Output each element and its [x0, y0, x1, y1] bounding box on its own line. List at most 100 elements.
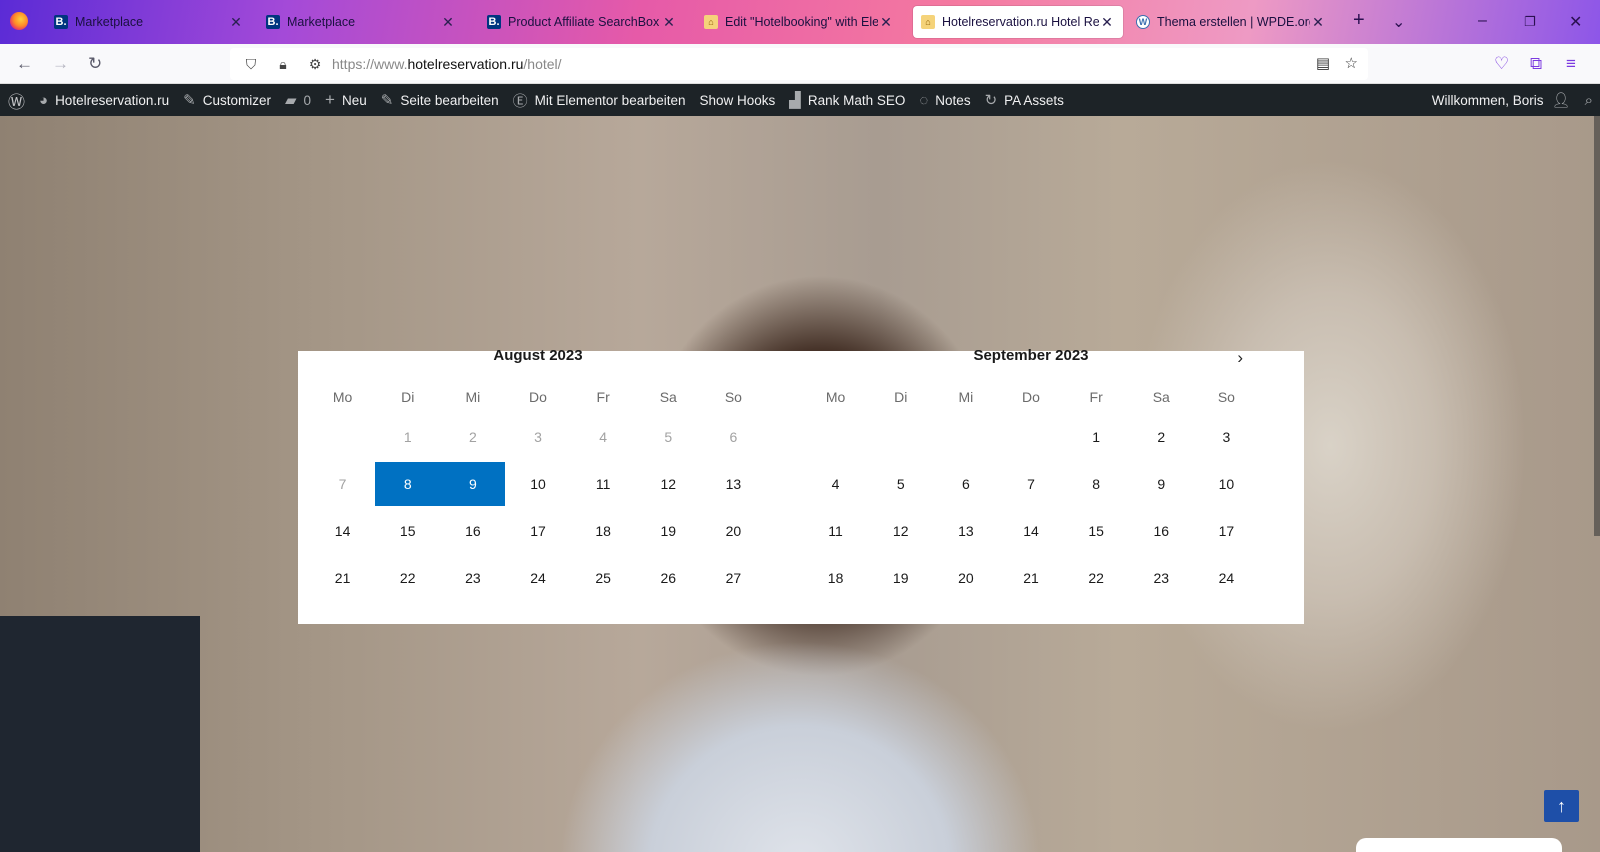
notes-link[interactable]: ◌ Notes [912, 84, 977, 116]
calendar-day[interactable]: 10 [505, 462, 570, 506]
tab-thema-erstellen[interactable]: W Thema erstellen | WPDE.org Fo ✕ [1128, 6, 1334, 38]
tab-product-affiliate[interactable]: B. Product Affiliate SearchBox W ✕ [479, 6, 685, 38]
calendar-week-row: 7 8 9 10 11 12 13 [298, 462, 778, 506]
close-window-icon[interactable]: ✕ [1569, 12, 1582, 32]
pocket-icon[interactable]: ♡ [1494, 54, 1509, 74]
home-icon: ⌂ [704, 15, 718, 29]
calendar-day[interactable]: 21 [310, 556, 375, 600]
minimize-icon[interactable]: – [1478, 12, 1487, 30]
calendar-day[interactable]: 16 [1129, 509, 1194, 553]
brush-icon: ✎ [183, 92, 196, 109]
calendar-day[interactable]: 17 [1194, 509, 1259, 553]
new-tab-icon[interactable]: + [1353, 9, 1365, 32]
floating-widget[interactable] [1356, 838, 1562, 852]
weekday-label: Sa [1152, 389, 1170, 405]
calendar-day[interactable]: 18 [571, 509, 636, 553]
calendar-day[interactable]: 6 [933, 462, 998, 506]
customizer-link[interactable]: ✎ Customizer [176, 84, 278, 116]
lock-icon[interactable]: 🔒︎ [272, 56, 294, 73]
calendar-day[interactable]: 15 [1064, 509, 1129, 553]
calendar-day[interactable]: 20 [701, 509, 766, 553]
reader-view-icon[interactable]: ▤ [1316, 54, 1330, 72]
restore-icon[interactable]: ❐ [1524, 14, 1536, 30]
calendar-day[interactable]: 12 [636, 462, 701, 506]
next-month-chevron-icon[interactable]: › [1237, 348, 1243, 368]
chevron-down-icon[interactable]: ⌄ [1392, 12, 1405, 32]
close-tab-icon[interactable]: ✕ [661, 14, 677, 31]
calendar-day[interactable]: 5 [868, 462, 933, 506]
permissions-icon[interactable]: ⚙︎ [304, 56, 326, 73]
firefox-logo-icon[interactable] [10, 12, 28, 30]
back-icon[interactable]: ← [16, 54, 33, 74]
calendar-day[interactable]: 8 [1064, 462, 1129, 506]
calendar-day-selected[interactable]: 9 [440, 462, 506, 506]
calendar-day[interactable]: 16 [440, 509, 505, 553]
calendar-day[interactable]: 23 [440, 556, 505, 600]
calendar-day[interactable]: 19 [868, 556, 933, 600]
tab-edit-hotelbooking[interactable]: ⌂ Edit "Hotelbooking" with Elem ✕ [696, 6, 902, 38]
calendar-day[interactable]: 14 [998, 509, 1063, 553]
tab-hotelreservation[interactable]: ⌂ Hotelreservation.ru Hotel Rese ✕ [913, 6, 1123, 38]
calendar-day[interactable]: 4 [803, 462, 868, 506]
calendar-day[interactable]: 17 [505, 509, 570, 553]
calendar-day[interactable]: 18 [803, 556, 868, 600]
new-content-link[interactable]: + Neu [318, 84, 374, 116]
close-tab-icon[interactable]: ✕ [440, 14, 456, 31]
calendar-day[interactable]: 9 [1129, 462, 1194, 506]
calendar-day[interactable]: 14 [310, 509, 375, 553]
admin-search[interactable]: ⌕ [1578, 84, 1600, 116]
tab-marketplace-1[interactable]: B. Marketplace ✕ [46, 6, 252, 38]
rank-math-link[interactable]: ▟ Rank Math SEO [782, 84, 912, 116]
pa-assets-link[interactable]: ↻ PA Assets [978, 84, 1071, 116]
calendar-day[interactable]: 24 [1194, 556, 1259, 600]
tab-marketplace-2[interactable]: B. Marketplace ✕ [258, 6, 464, 38]
reload-icon[interactable]: ↻ [88, 54, 102, 74]
calendar-day[interactable]: 22 [375, 556, 440, 600]
calendar-day[interactable]: 7 [998, 462, 1063, 506]
show-hooks-link[interactable]: Show Hooks [692, 84, 782, 116]
calendar-day[interactable]: 22 [1064, 556, 1129, 600]
month-title: August 2023 [493, 347, 583, 364]
wordpress-logo-icon[interactable]: Ⓦ [0, 84, 32, 116]
calendar-day[interactable]: 13 [701, 462, 766, 506]
edit-page-link[interactable]: ✎ Seite bearbeiten [374, 84, 506, 116]
calendar-day[interactable]: 13 [933, 509, 998, 553]
calendar-day[interactable]: 12 [868, 509, 933, 553]
close-tab-icon[interactable]: ✕ [1310, 14, 1326, 31]
calendar-day[interactable]: 10 [1194, 462, 1259, 506]
address-bar[interactable]: ⛉ 🔒︎ ⚙︎ https://www.hotelreservation.ru/… [230, 48, 1368, 80]
close-tab-icon[interactable]: ✕ [228, 14, 244, 31]
extensions-icon[interactable]: ⧉ [1530, 54, 1542, 74]
account-menu[interactable]: Willkommen, Boris 👤︎ [1425, 84, 1578, 116]
calendar-day[interactable]: 11 [571, 462, 636, 506]
calendar-day[interactable]: 19 [636, 509, 701, 553]
url-text[interactable]: https://www.hotelreservation.ru/hotel/ [332, 56, 562, 72]
bookmark-star-icon[interactable]: ☆ [1345, 54, 1358, 72]
calendar-day[interactable]: 25 [571, 556, 636, 600]
weekday-header: Mo Di Mi Do Fr Sa So [791, 389, 1271, 405]
close-tab-icon[interactable]: ✕ [1099, 14, 1115, 31]
site-name-link[interactable]: ◕ Hotelreservation.ru [32, 84, 176, 116]
comments-link[interactable]: ▰ 0 [278, 84, 318, 116]
calendar-day[interactable]: 15 [375, 509, 440, 553]
calendar-week-row: 1 2 3 4 5 6 [298, 415, 778, 459]
calendar-day[interactable]: 20 [933, 556, 998, 600]
calendar-day[interactable]: 23 [1129, 556, 1194, 600]
calendar-day[interactable]: 21 [998, 556, 1063, 600]
calendar-day[interactable]: 24 [505, 556, 570, 600]
calendar-day[interactable]: 26 [636, 556, 701, 600]
calendar-day[interactable]: 27 [701, 556, 766, 600]
calendar-day[interactable]: 3 [1194, 415, 1259, 459]
calendar-day-disabled: 6 [729, 429, 738, 445]
page-scrollbar[interactable] [1594, 116, 1600, 536]
elementor-edit-link[interactable]: Ⓔ Mit Elementor bearbeiten [506, 84, 693, 116]
close-tab-icon[interactable]: ✕ [878, 14, 894, 31]
calendar-day-selected[interactable]: 8 [375, 462, 441, 506]
calendar-day[interactable]: 2 [1129, 415, 1194, 459]
calendar-day[interactable]: 1 [1064, 415, 1129, 459]
calendar-day[interactable]: 11 [803, 509, 868, 553]
scroll-to-top-button[interactable]: ↑ [1544, 790, 1579, 822]
forward-icon[interactable]: → [52, 54, 69, 74]
shield-icon[interactable]: ⛉ [240, 56, 262, 73]
menu-icon[interactable]: ≡ [1566, 54, 1576, 74]
